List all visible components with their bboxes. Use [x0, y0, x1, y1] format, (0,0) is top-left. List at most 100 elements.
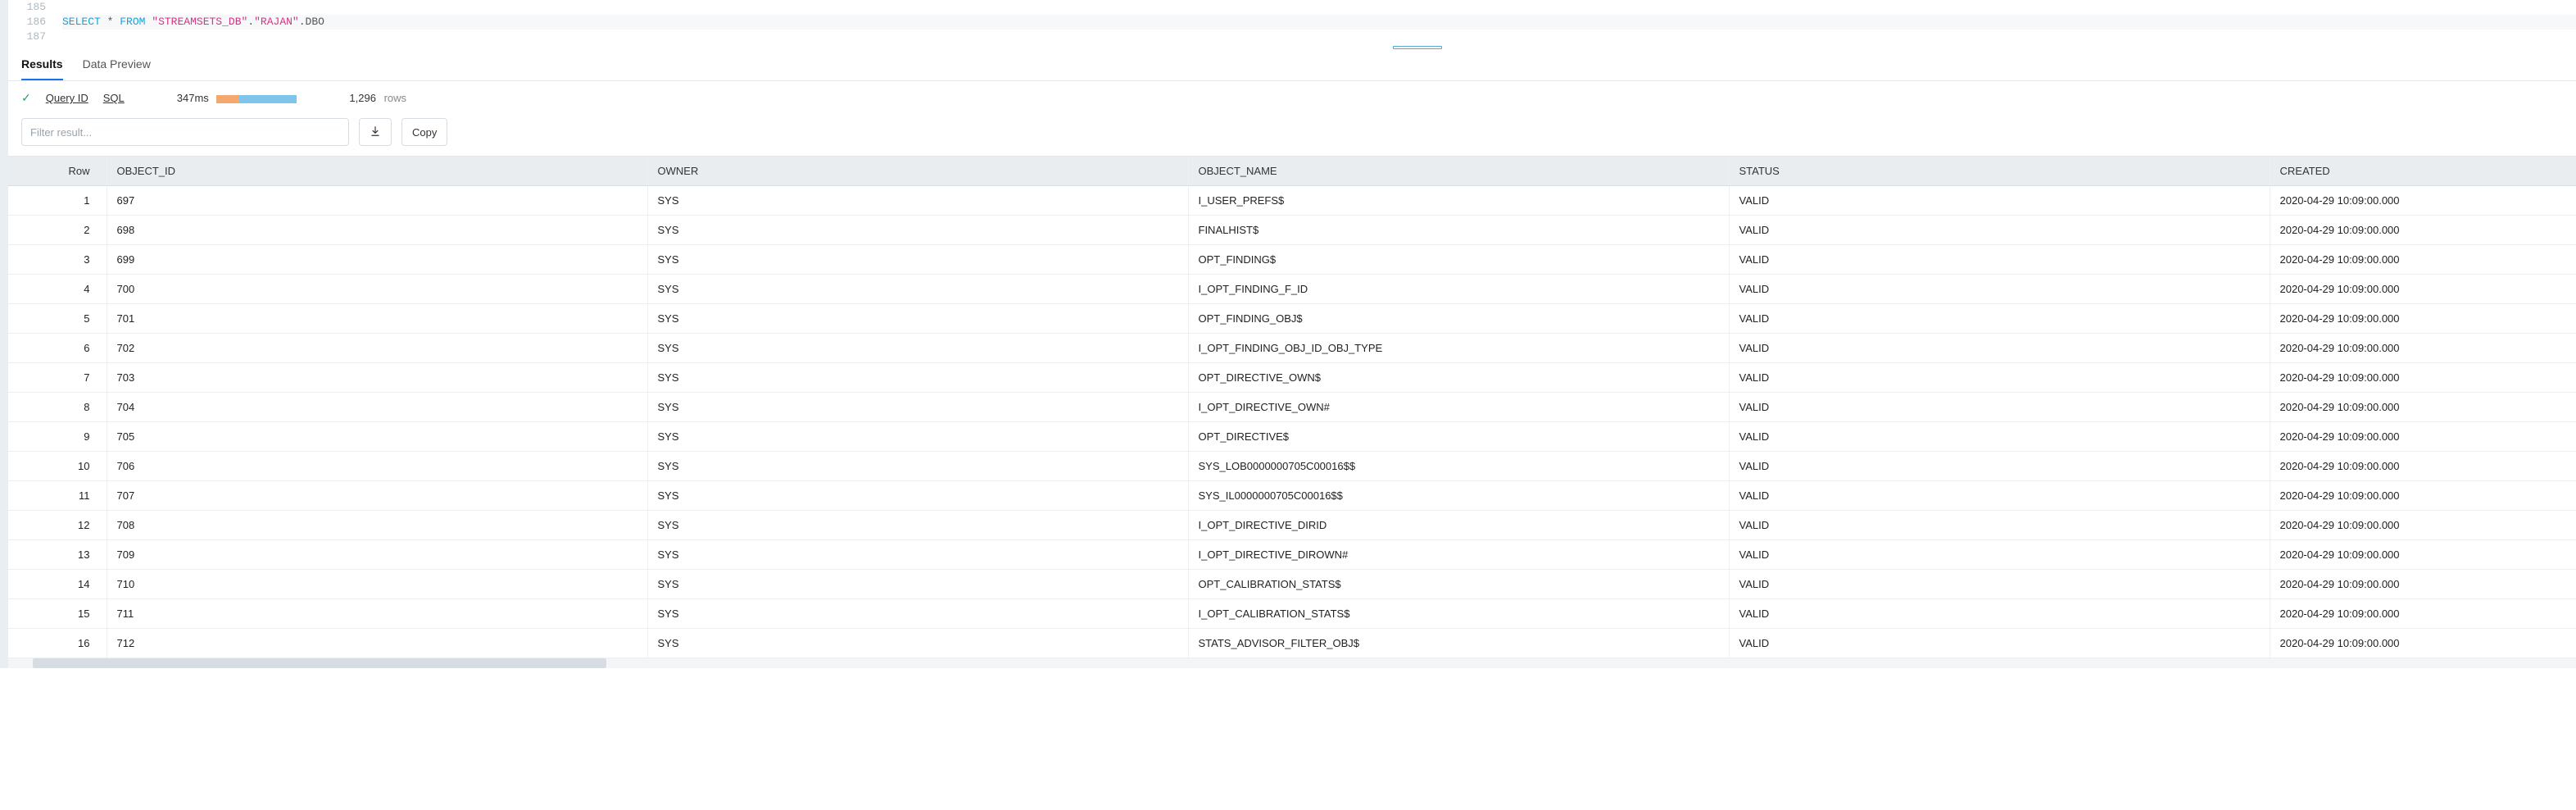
- table-row[interactable]: 10706SYSSYS_LOB0000000705C00016$$VALID20…: [8, 452, 2576, 481]
- sql-editor[interactable]: 185 186 187 SELECT * FROM "STREAMSETS_DB…: [8, 0, 2576, 44]
- column-header-status[interactable]: STATUS: [1729, 157, 2270, 186]
- cell-object-id[interactable]: 698: [107, 216, 647, 245]
- cell-owner[interactable]: SYS: [647, 275, 1188, 304]
- cell-object-name[interactable]: SYS_LOB0000000705C00016$$: [1188, 452, 1729, 481]
- column-header-owner[interactable]: OWNER: [647, 157, 1188, 186]
- table-row[interactable]: 16712SYSSTATS_ADVISOR_FILTER_OBJ$VALID20…: [8, 629, 2576, 658]
- cell-owner[interactable]: SYS: [647, 629, 1188, 658]
- cell-created[interactable]: 2020-04-29 10:09:00.000: [2270, 599, 2576, 629]
- cell-owner[interactable]: SYS: [647, 452, 1188, 481]
- cell-created[interactable]: 2020-04-29 10:09:00.000: [2270, 304, 2576, 334]
- cell-owner[interactable]: SYS: [647, 422, 1188, 452]
- cell-status[interactable]: VALID: [1729, 570, 2270, 599]
- cell-created[interactable]: 2020-04-29 10:09:00.000: [2270, 481, 2576, 511]
- cell-object-id[interactable]: 710: [107, 570, 647, 599]
- code-column[interactable]: SELECT * FROM "STREAMSETS_DB"."RAJAN".DB…: [57, 0, 2576, 44]
- cell-object-id[interactable]: 700: [107, 275, 647, 304]
- horizontal-scrollbar[interactable]: [8, 658, 2576, 668]
- cell-status[interactable]: VALID: [1729, 481, 2270, 511]
- cell-row-number[interactable]: 6: [8, 334, 107, 363]
- cell-created[interactable]: 2020-04-29 10:09:00.000: [2270, 334, 2576, 363]
- table-row[interactable]: 5701SYSOPT_FINDING_OBJ$VALID2020-04-29 1…: [8, 304, 2576, 334]
- cell-object-id[interactable]: 702: [107, 334, 647, 363]
- cell-owner[interactable]: SYS: [647, 599, 1188, 629]
- cell-status[interactable]: VALID: [1729, 540, 2270, 570]
- cell-object-name[interactable]: I_OPT_FINDING_F_ID: [1188, 275, 1729, 304]
- cell-object-name[interactable]: OPT_FINDING$: [1188, 245, 1729, 275]
- cell-owner[interactable]: SYS: [647, 511, 1188, 540]
- cell-status[interactable]: VALID: [1729, 511, 2270, 540]
- cell-object-id[interactable]: 699: [107, 245, 647, 275]
- cell-status[interactable]: VALID: [1729, 599, 2270, 629]
- cell-owner[interactable]: SYS: [647, 540, 1188, 570]
- cell-object-name[interactable]: OPT_FINDING_OBJ$: [1188, 304, 1729, 334]
- scrollbar-thumb[interactable]: [33, 658, 606, 668]
- cell-object-id[interactable]: 709: [107, 540, 647, 570]
- table-row[interactable]: 8704SYSI_OPT_DIRECTIVE_OWN#VALID2020-04-…: [8, 393, 2576, 422]
- cell-created[interactable]: 2020-04-29 10:09:00.000: [2270, 275, 2576, 304]
- cell-status[interactable]: VALID: [1729, 629, 2270, 658]
- cell-created[interactable]: 2020-04-29 10:09:00.000: [2270, 216, 2576, 245]
- cell-row-number[interactable]: 5: [8, 304, 107, 334]
- cell-status[interactable]: VALID: [1729, 363, 2270, 393]
- query-id-link[interactable]: Query ID: [46, 92, 88, 104]
- cell-owner[interactable]: SYS: [647, 481, 1188, 511]
- table-row[interactable]: 2698SYSFINALHIST$VALID2020-04-29 10:09:0…: [8, 216, 2576, 245]
- cell-created[interactable]: 2020-04-29 10:09:00.000: [2270, 570, 2576, 599]
- cell-owner[interactable]: SYS: [647, 570, 1188, 599]
- cell-status[interactable]: VALID: [1729, 186, 2270, 216]
- cell-object-id[interactable]: 712: [107, 629, 647, 658]
- cell-row-number[interactable]: 3: [8, 245, 107, 275]
- cell-status[interactable]: VALID: [1729, 452, 2270, 481]
- column-header-object-name[interactable]: OBJECT_NAME: [1188, 157, 1729, 186]
- cell-row-number[interactable]: 13: [8, 540, 107, 570]
- column-header-object-id[interactable]: OBJECT_ID: [107, 157, 647, 186]
- cell-status[interactable]: VALID: [1729, 304, 2270, 334]
- table-row[interactable]: 11707SYSSYS_IL0000000705C00016$$VALID202…: [8, 481, 2576, 511]
- cell-status[interactable]: VALID: [1729, 216, 2270, 245]
- cell-owner[interactable]: SYS: [647, 304, 1188, 334]
- column-header-row[interactable]: Row: [8, 157, 107, 186]
- table-row[interactable]: 4700SYSI_OPT_FINDING_F_IDVALID2020-04-29…: [8, 275, 2576, 304]
- cell-owner[interactable]: SYS: [647, 393, 1188, 422]
- cell-owner[interactable]: SYS: [647, 216, 1188, 245]
- cell-object-name[interactable]: I_OPT_FINDING_OBJ_ID_OBJ_TYPE: [1188, 334, 1729, 363]
- cell-row-number[interactable]: 16: [8, 629, 107, 658]
- cell-object-name[interactable]: OPT_DIRECTIVE_OWN$: [1188, 363, 1729, 393]
- cell-object-name[interactable]: SYS_IL0000000705C00016$$: [1188, 481, 1729, 511]
- cell-row-number[interactable]: 14: [8, 570, 107, 599]
- cell-row-number[interactable]: 9: [8, 422, 107, 452]
- cell-created[interactable]: 2020-04-29 10:09:00.000: [2270, 245, 2576, 275]
- code-line[interactable]: [62, 30, 2576, 44]
- cell-status[interactable]: VALID: [1729, 393, 2270, 422]
- cell-owner[interactable]: SYS: [647, 334, 1188, 363]
- sql-link[interactable]: SQL: [103, 92, 125, 104]
- cell-row-number[interactable]: 4: [8, 275, 107, 304]
- cell-object-name[interactable]: I_OPT_DIRECTIVE_OWN#: [1188, 393, 1729, 422]
- cell-row-number[interactable]: 11: [8, 481, 107, 511]
- code-line[interactable]: SELECT * FROM "STREAMSETS_DB"."RAJAN".DB…: [62, 15, 2576, 30]
- table-row[interactable]: 3699SYSOPT_FINDING$VALID2020-04-29 10:09…: [8, 245, 2576, 275]
- cell-object-id[interactable]: 711: [107, 599, 647, 629]
- cell-object-id[interactable]: 697: [107, 186, 647, 216]
- cell-row-number[interactable]: 1: [8, 186, 107, 216]
- code-line[interactable]: [62, 0, 2576, 15]
- cell-object-id[interactable]: 705: [107, 422, 647, 452]
- table-row[interactable]: 9705SYSOPT_DIRECTIVE$VALID2020-04-29 10:…: [8, 422, 2576, 452]
- cell-object-id[interactable]: 706: [107, 452, 647, 481]
- cell-status[interactable]: VALID: [1729, 422, 2270, 452]
- cell-object-id[interactable]: 703: [107, 363, 647, 393]
- cell-owner[interactable]: SYS: [647, 186, 1188, 216]
- cell-created[interactable]: 2020-04-29 10:09:00.000: [2270, 186, 2576, 216]
- cell-created[interactable]: 2020-04-29 10:09:00.000: [2270, 363, 2576, 393]
- column-header-created[interactable]: CREATED: [2270, 157, 2576, 186]
- cell-row-number[interactable]: 7: [8, 363, 107, 393]
- cell-object-name[interactable]: OPT_CALIBRATION_STATS$: [1188, 570, 1729, 599]
- download-button[interactable]: [359, 118, 392, 146]
- cell-object-name[interactable]: I_OPT_DIRECTIVE_DIROWN#: [1188, 540, 1729, 570]
- cell-object-name[interactable]: STATS_ADVISOR_FILTER_OBJ$: [1188, 629, 1729, 658]
- cell-created[interactable]: 2020-04-29 10:09:00.000: [2270, 422, 2576, 452]
- tab-data-preview[interactable]: Data Preview: [83, 57, 151, 80]
- cell-object-id[interactable]: 704: [107, 393, 647, 422]
- filter-result-input[interactable]: [21, 118, 349, 146]
